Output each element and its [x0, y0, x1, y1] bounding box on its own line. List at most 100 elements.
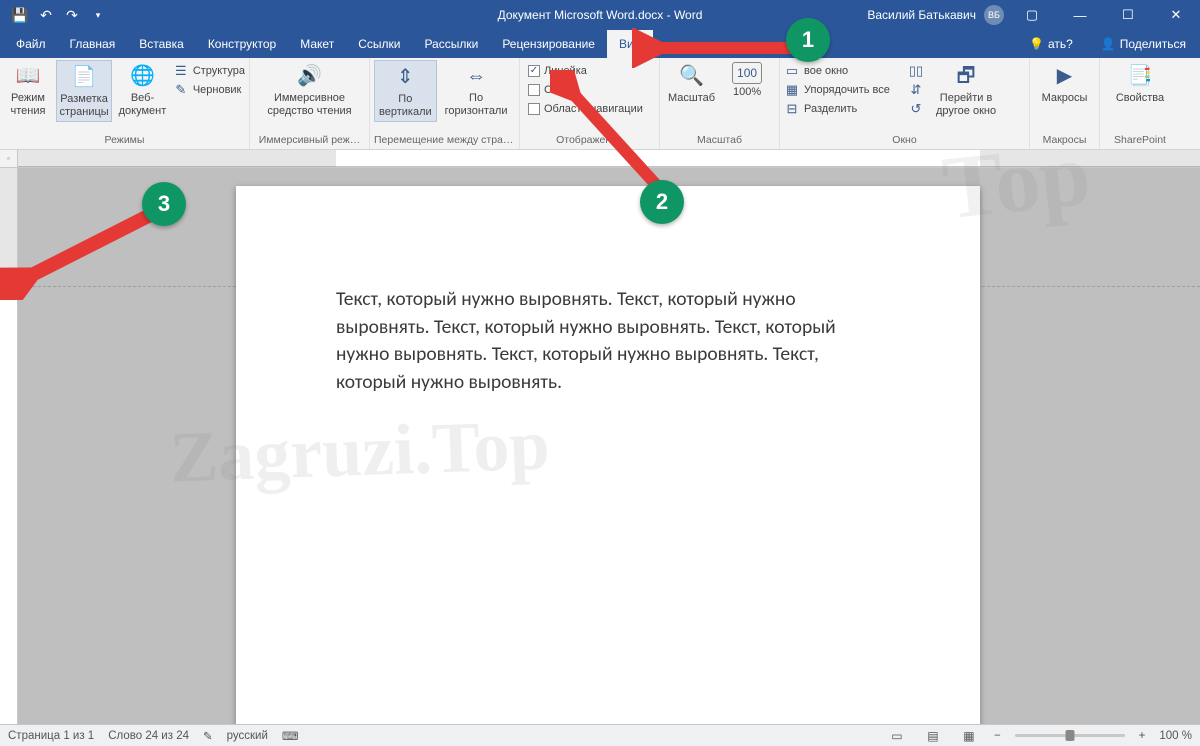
- checkbox-icon: [528, 84, 540, 96]
- new-window-button[interactable]: ▭вое окно: [784, 62, 904, 80]
- side-by-side-icon[interactable]: ▯▯: [908, 63, 924, 79]
- share-label: Поделиться: [1120, 37, 1186, 51]
- modes-small: ☰Структура ✎Черновик: [173, 60, 245, 99]
- group-immersive-label: Иммерсивный реж…: [254, 132, 365, 149]
- sharepoint-icon: 📑: [1126, 62, 1154, 90]
- draft-button[interactable]: ✎Черновик: [173, 81, 245, 99]
- read-mode-button[interactable]: 📖 Режим чтения: [4, 60, 52, 120]
- split-button[interactable]: ⊟Разделить: [784, 100, 904, 118]
- tab-insert[interactable]: Вставка: [127, 30, 196, 58]
- outline-button[interactable]: ☰Структура: [173, 62, 245, 80]
- switch-windows-icon: 🗗: [952, 62, 980, 90]
- zoom-level[interactable]: 100 %: [1159, 730, 1192, 742]
- group-window: ▭вое окно ▦Упорядочить все ⊟Разделить ▯▯…: [780, 58, 1030, 149]
- zoom-button[interactable]: 🔍 Масштаб: [664, 60, 719, 107]
- status-page[interactable]: Страница 1 из 1: [8, 730, 94, 742]
- horizontal-label: По горизонтали: [445, 92, 508, 118]
- view-read-icon[interactable]: ▭: [886, 727, 908, 745]
- tab-home[interactable]: Главная: [58, 30, 128, 58]
- user-name[interactable]: Василий Батькавич: [867, 8, 976, 22]
- group-show-label: Отображение: [524, 132, 655, 149]
- ruler-checkbox[interactable]: Линейка: [528, 62, 643, 80]
- tab-design[interactable]: Конструктор: [196, 30, 288, 58]
- group-modes: 📖 Режим чтения 📄 Разметка страницы 🌐 Веб…: [0, 58, 250, 149]
- checkbox-checked-icon: [528, 65, 540, 77]
- tab-file[interactable]: Файл: [4, 30, 58, 58]
- ribbon: 📖 Режим чтения 📄 Разметка страницы 🌐 Веб…: [0, 58, 1200, 150]
- spellcheck-icon[interactable]: ✎: [203, 729, 213, 743]
- immersive-reader-button[interactable]: 🔊 Иммерсивное средство чтения: [263, 60, 355, 120]
- macros-label: Макросы: [1042, 92, 1088, 105]
- split-icon: ⊟: [784, 101, 800, 117]
- group-window-label: Окно: [784, 132, 1025, 149]
- callout-2: 2: [640, 180, 684, 224]
- group-zoom: 🔍 Масштаб 100 100% Масштаб: [660, 58, 780, 149]
- vertical-button[interactable]: ⇕ По вертикали: [374, 60, 437, 122]
- document-body-text[interactable]: Текст, который нужно выровнять. Текст, к…: [336, 286, 880, 397]
- zoom-100-icon: 100: [732, 62, 762, 84]
- vertical-ruler[interactable]: [0, 168, 18, 724]
- tell-me[interactable]: 💡 ать?: [1015, 30, 1087, 58]
- read-mode-label: Режим чтения: [11, 92, 46, 118]
- horizontal-icon: ⇔: [462, 62, 490, 90]
- view-print-icon[interactable]: ▤: [922, 727, 944, 745]
- print-layout-label: Разметка страницы: [59, 93, 108, 119]
- print-layout-button[interactable]: 📄 Разметка страницы: [56, 60, 112, 122]
- switch-windows-button[interactable]: 🗗 Перейти в другое окно: [932, 60, 1000, 120]
- ribbon-display-options-icon[interactable]: ▢: [1012, 0, 1052, 30]
- zoom-in-icon[interactable]: +: [1139, 730, 1146, 742]
- tab-mailings[interactable]: Рассылки: [412, 30, 490, 58]
- zoom-slider[interactable]: [1015, 734, 1125, 737]
- share-button[interactable]: 👤 Поделиться: [1087, 30, 1200, 58]
- immersive-reader-label: Иммерсивное средство чтения: [267, 92, 351, 118]
- accessibility-icon[interactable]: ⌨: [282, 729, 299, 743]
- document-page[interactable]: Текст, который нужно выровнять. Текст, к…: [236, 186, 980, 724]
- zoom-100-button[interactable]: 100 100%: [723, 60, 771, 101]
- redo-icon[interactable]: ↷: [60, 3, 84, 27]
- zoom-100-label: 100%: [733, 86, 761, 99]
- arrange-all-button[interactable]: ▦Упорядочить все: [784, 81, 904, 99]
- maximize-icon[interactable]: ☐: [1108, 0, 1148, 30]
- save-icon[interactable]: 💾: [8, 3, 32, 27]
- zoom-out-icon[interactable]: −: [994, 730, 1001, 742]
- close-icon[interactable]: ✕: [1156, 0, 1196, 30]
- switch-windows-label: Перейти в другое окно: [936, 92, 996, 118]
- gridlines-checkbox[interactable]: С: [528, 81, 643, 99]
- lightbulb-icon: 💡: [1029, 37, 1044, 51]
- tab-review[interactable]: Рецензирование: [490, 30, 607, 58]
- undo-icon[interactable]: ↶: [34, 3, 58, 27]
- web-layout-icon: 🌐: [128, 62, 156, 90]
- callout-1: 1: [786, 18, 830, 62]
- print-layout-icon: 📄: [70, 63, 98, 91]
- tab-view[interactable]: Вид: [607, 30, 653, 58]
- callout-3: 3: [142, 182, 186, 226]
- ruler-corner[interactable]: ▫: [0, 150, 18, 168]
- show-checkboxes: Линейка С Область навигации: [524, 60, 643, 118]
- status-language[interactable]: русский: [227, 730, 268, 742]
- qat-customize-icon[interactable]: ▾: [86, 3, 110, 27]
- reset-pos-icon[interactable]: ↺: [908, 101, 924, 117]
- tab-layout[interactable]: Макет: [288, 30, 346, 58]
- share-icon: 👤: [1101, 37, 1116, 51]
- group-macros: ▶ Макросы Макросы: [1030, 58, 1100, 149]
- window-mid: ▯▯ ⇵ ↺: [908, 60, 928, 118]
- navpane-checkbox[interactable]: Область навигации: [528, 100, 643, 118]
- avatar[interactable]: ВБ: [984, 5, 1004, 25]
- properties-button[interactable]: 📑 Свойства: [1112, 60, 1168, 107]
- group-sharepoint: 📑 Свойства SharePoint: [1100, 58, 1180, 149]
- view-web-icon[interactable]: ▦: [958, 727, 980, 745]
- title-bar: 💾 ↶ ↷ ▾ Документ Microsoft Word.docx - W…: [0, 0, 1200, 30]
- horizontal-ruler[interactable]: [18, 150, 1200, 168]
- group-page-movement: ⇕ По вертикали ⇔ По горизонтали Перемеще…: [370, 58, 520, 149]
- page-area[interactable]: Текст, который нужно выровнять. Текст, к…: [18, 168, 1200, 724]
- web-layout-label: Веб- документ: [119, 92, 167, 118]
- sync-scroll-icon[interactable]: ⇵: [908, 82, 924, 98]
- macros-button[interactable]: ▶ Макросы: [1038, 60, 1092, 107]
- horizontal-button[interactable]: ⇔ По горизонтали: [441, 60, 512, 120]
- draft-icon: ✎: [173, 82, 189, 98]
- minimize-icon[interactable]: —: [1060, 0, 1100, 30]
- web-layout-button[interactable]: 🌐 Веб- документ: [116, 60, 169, 120]
- tab-references[interactable]: Ссылки: [346, 30, 412, 58]
- status-words[interactable]: Слово 24 из 24: [108, 730, 189, 742]
- macros-icon: ▶: [1050, 62, 1078, 90]
